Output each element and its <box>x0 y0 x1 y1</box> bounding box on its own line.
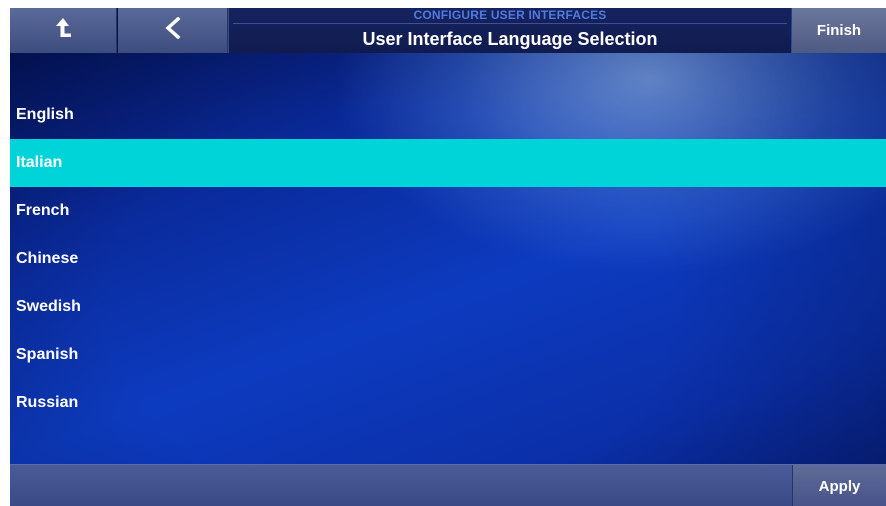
finish-button[interactable]: Finish <box>792 8 886 53</box>
language-item-swedish[interactable]: Swedish <box>10 283 886 331</box>
language-item-chinese[interactable]: Chinese <box>10 235 886 283</box>
language-item-english[interactable]: English <box>10 91 886 139</box>
screen: CONFIGURE USER INTERFACES User Interface… <box>10 8 886 506</box>
language-list: English Italian French Chinese Swedish S… <box>10 91 886 427</box>
header-bar: CONFIGURE USER INTERFACES User Interface… <box>10 8 886 53</box>
back-button[interactable] <box>118 8 228 53</box>
apply-button[interactable]: Apply <box>792 465 886 506</box>
title-divider <box>233 23 787 24</box>
page-subtitle: CONFIGURE USER INTERFACES <box>413 8 607 22</box>
chevron-left-icon <box>164 16 182 44</box>
up-arrow-icon <box>52 16 74 45</box>
language-item-italian[interactable]: Italian <box>10 139 886 187</box>
title-area: CONFIGURE USER INTERFACES User Interface… <box>228 8 791 53</box>
language-item-russian[interactable]: Russian <box>10 379 886 427</box>
page-title: User Interface Language Selection <box>362 29 658 49</box>
up-button[interactable] <box>10 8 117 53</box>
language-item-french[interactable]: French <box>10 187 886 235</box>
language-item-spanish[interactable]: Spanish <box>10 331 886 379</box>
footer-bar: Apply <box>10 464 886 506</box>
